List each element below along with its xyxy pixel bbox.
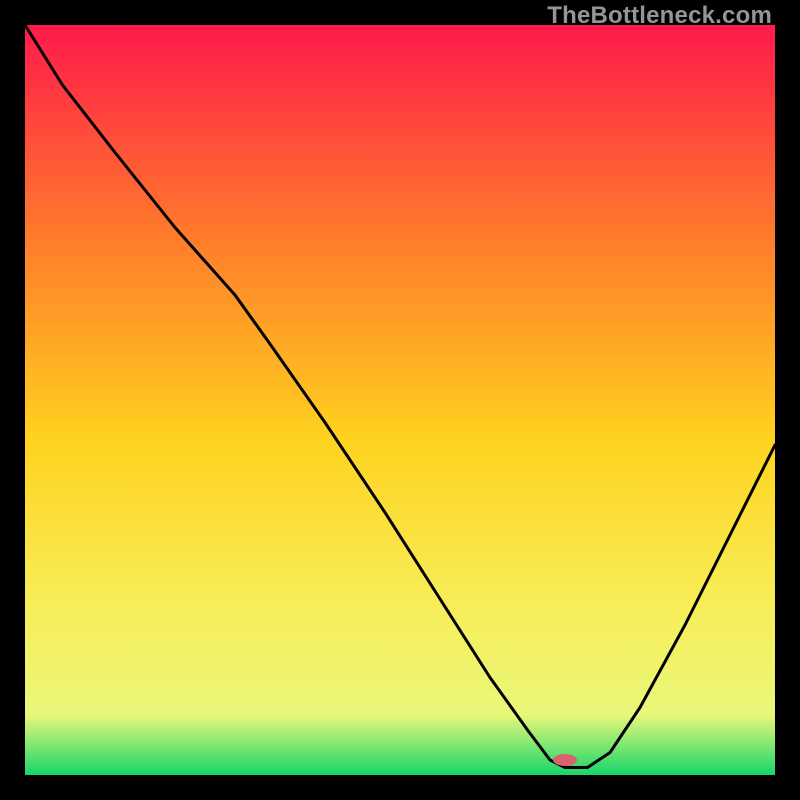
chart-frame	[25, 25, 775, 775]
gradient-background	[25, 25, 775, 775]
watermark-text: TheBottleneck.com	[547, 2, 772, 30]
bottleneck-chart	[25, 25, 775, 775]
optimal-marker	[553, 754, 577, 766]
